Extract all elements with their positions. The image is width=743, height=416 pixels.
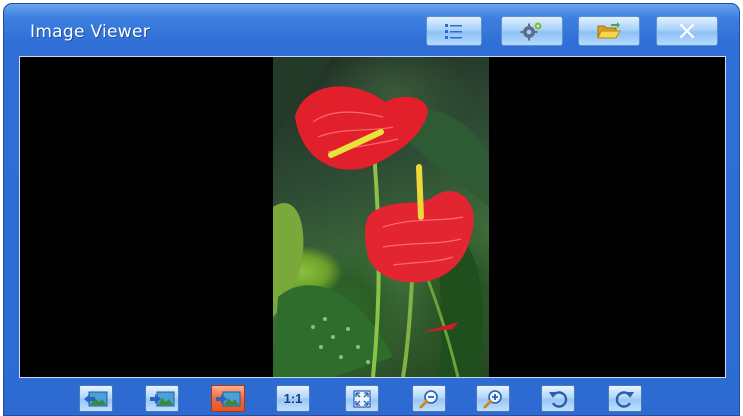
displayed-photo [273, 57, 489, 377]
list-icon [445, 24, 462, 39]
zoom-in-button[interactable] [476, 385, 510, 412]
gear-icon [520, 22, 542, 41]
zoom-out-icon [419, 389, 438, 408]
previous-image-icon [84, 391, 108, 406]
actual-size-label: 1:1 [283, 391, 303, 406]
actual-size-button[interactable]: 1:1 [276, 385, 310, 412]
title-bar[interactable]: Image Viewer [4, 4, 739, 52]
close-icon [679, 23, 695, 39]
window-title: Image Viewer [30, 22, 151, 42]
bottom-toolbar: 1:1 [4, 379, 739, 415]
image-display-area[interactable] [19, 56, 726, 378]
zoom-in-icon [483, 389, 502, 408]
image-viewer-window: Image Viewer 1:1 [3, 3, 740, 416]
settings-button[interactable] [501, 16, 563, 46]
rotate-right-button[interactable] [608, 385, 642, 412]
folder-open-icon [597, 22, 621, 39]
next-image-button[interactable] [145, 385, 179, 412]
fit-to-window-icon [216, 391, 241, 406]
next-image-icon [150, 391, 175, 406]
previous-image-button[interactable] [79, 385, 113, 412]
rotate-left-icon [549, 390, 568, 408]
fullscreen-icon [353, 389, 371, 408]
anthurium-flowers-image [273, 57, 489, 377]
zoom-out-button[interactable] [412, 385, 446, 412]
fit-to-window-button[interactable] [211, 385, 245, 412]
fullscreen-button[interactable] [345, 385, 379, 412]
list-button[interactable] [426, 16, 482, 46]
rotate-right-icon [615, 390, 634, 408]
rotate-left-button[interactable] [541, 385, 575, 412]
open-folder-button[interactable] [578, 16, 640, 46]
close-button[interactable] [656, 16, 718, 46]
